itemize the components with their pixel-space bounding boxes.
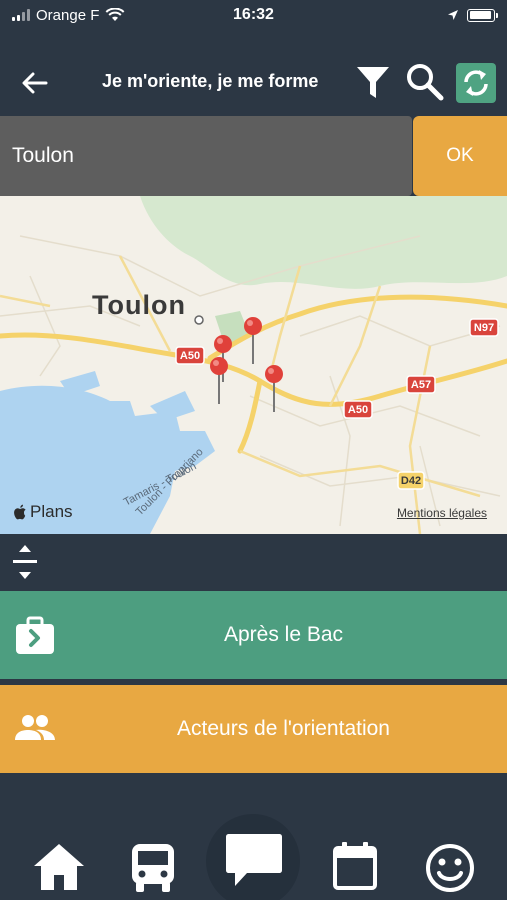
carrier-label: Orange F [36,6,100,24]
map-legal-link[interactable]: Mentions légales [397,506,487,520]
road-label-a50-east: A50 [348,404,368,416]
chat-icon[interactable] [225,832,283,888]
people-icon [15,715,55,740]
apple-logo-icon [14,504,26,520]
map-canvas: A50 A50 A57 N97 D42 Tamaris - Toulon Tou… [0,196,507,534]
refresh-icon [464,70,488,96]
menu-item-acteurs[interactable]: Acteurs de l'orientation [0,685,507,773]
smiley-icon[interactable] [424,842,476,894]
city-search-input[interactable] [0,116,412,196]
map-pin[interactable] [210,357,228,404]
menu-item-label: Acteurs de l'orientation [177,717,390,740]
battery-fill [469,11,492,19]
wifi-icon [105,8,125,21]
road-label-a57: A57 [411,379,431,391]
map-resize-handle[interactable] [10,542,40,582]
nav-bar: Je m'oriente, je me forme [0,52,507,112]
bottom-nav [0,780,507,900]
status-bar: Orange F 16:32 [0,0,507,30]
map-credit: Plans [14,502,73,522]
home-icon[interactable] [32,842,86,892]
back-button[interactable] [18,68,52,98]
resize-vertical-icon [13,545,37,579]
page-title: Je m'oriente, je me forme [102,71,319,91]
map-credit-label: Plans [30,502,73,521]
filter-icon [357,67,389,98]
status-right [447,8,498,22]
ok-button[interactable]: OK [413,116,507,196]
map-pin[interactable] [244,317,262,364]
refresh-button[interactable] [456,63,496,103]
road-label-n97: N97 [474,322,494,334]
city-dot [194,315,204,325]
filter-button[interactable] [355,62,391,102]
menu-item-label: Après le Bac [223,623,344,646]
search-icon [407,64,444,101]
menu-item-apres-bac[interactable]: Après le Bac [0,591,507,679]
map-city-label: Toulon [92,290,186,320]
battery-icon [467,8,498,22]
resize-row [0,534,507,590]
search-button[interactable] [405,62,445,102]
road-label-d42: D42 [401,475,421,487]
map-view[interactable]: A50 A50 A57 N97 D42 Tamaris - Toulon Tou… [0,196,507,534]
briefcase-icon [16,616,54,654]
search-row: OK [0,116,507,196]
location-arrow-icon [448,10,458,20]
signal-icon [12,9,30,21]
arrow-left-icon [22,72,48,94]
status-left: Orange F [12,7,125,24]
road-label-a50-west: A50 [180,350,200,362]
calendar-icon[interactable] [331,840,379,892]
map-pin[interactable] [265,365,283,412]
bus-icon[interactable] [130,842,176,894]
